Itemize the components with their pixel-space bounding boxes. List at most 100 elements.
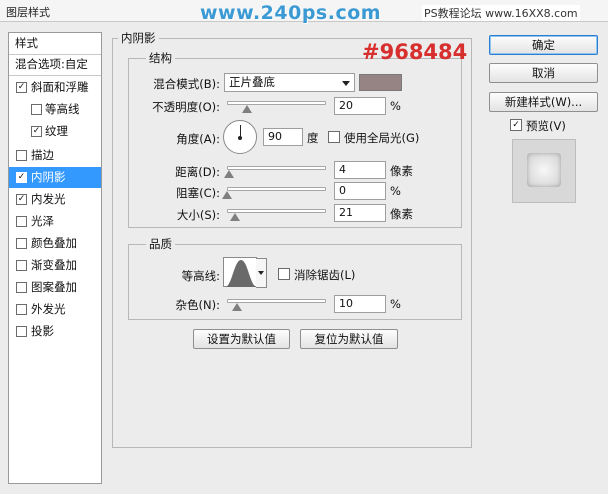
style-list-label: 光泽	[31, 214, 54, 228]
shadow-color-swatch[interactable]	[359, 74, 402, 91]
choke-input[interactable]: 0	[334, 182, 386, 200]
style-list-divider	[9, 75, 101, 76]
blend-mode-label: 混合模式(B):	[153, 77, 220, 91]
reset-default-button[interactable]: 复位为默认值	[300, 329, 398, 349]
style-list-item[interactable]: 投影	[9, 321, 101, 342]
chevron-down-icon	[258, 271, 264, 275]
style-list: 样式 混合选项:自定 ✓ 斜面和浮雕 等高线 ✓ 纹理 描边 ✓ 内阴影 ✓ 内发光 光泽 颜色叠加 渐变叠…	[8, 32, 102, 484]
style-list-label: 投影	[31, 324, 54, 338]
global-light-checkbox[interactable]	[328, 131, 340, 143]
distance-slider-thumb[interactable]	[223, 170, 234, 178]
angle-label: 角度(A):	[176, 132, 220, 146]
choke-slider[interactable]	[227, 187, 326, 191]
style-list-label: 渐变叠加	[31, 258, 77, 272]
style-checkbox[interactable]: ✓	[31, 126, 42, 137]
opacity-unit: %	[390, 99, 401, 113]
style-checkbox[interactable]	[31, 104, 42, 115]
style-list-item[interactable]: 图案叠加	[9, 277, 101, 298]
contour-dropdown[interactable]	[256, 258, 267, 288]
ok-button[interactable]: 确定	[489, 35, 598, 55]
style-list-item[interactable]: 混合选项:自定	[9, 54, 101, 75]
style-list-label: 外发光	[31, 302, 66, 316]
choke-unit: %	[390, 184, 401, 198]
quality-title: 品质	[146, 236, 175, 252]
chevron-down-icon	[342, 81, 350, 86]
style-list-item[interactable]: 描边	[9, 145, 101, 166]
angle-center	[238, 136, 242, 140]
style-checkbox[interactable]	[16, 238, 27, 249]
structure-title: 结构	[146, 50, 175, 66]
make-default-button[interactable]: 设置为默认值	[193, 329, 290, 349]
style-list-label: 样式	[15, 36, 38, 50]
noise-unit: %	[390, 297, 401, 311]
blend-mode-value: 正片叠底	[229, 75, 275, 89]
style-list-label: 内阴影	[31, 170, 66, 184]
distance-unit: 像素	[390, 164, 413, 178]
inner-shadow-title: 内阴影	[118, 30, 159, 46]
contour-curve-icon	[225, 260, 257, 287]
style-checkbox[interactable]	[16, 304, 27, 315]
style-list-item[interactable]: 等高线	[9, 99, 101, 120]
style-list-label: 图案叠加	[31, 280, 77, 294]
style-preview-thumbnail	[512, 139, 576, 203]
style-list-item[interactable]: ✓ 内阴影	[9, 167, 101, 188]
opacity-slider-thumb[interactable]	[241, 105, 252, 113]
color-hex-annotation: #968484	[362, 40, 468, 64]
style-checkbox[interactable]	[16, 216, 27, 227]
opacity-input[interactable]: 20	[334, 97, 386, 115]
preview-swatch	[527, 153, 561, 187]
blend-mode-select[interactable]: 正片叠底	[224, 73, 355, 92]
noise-label: 杂色(N):	[175, 298, 220, 312]
contour-label: 等高线:	[181, 269, 220, 283]
watermark-site: PS教程论坛 www.16XX8.com	[422, 5, 580, 21]
angle-unit: 度	[307, 131, 319, 145]
distance-label: 距离(D):	[175, 165, 220, 179]
style-checkbox[interactable]	[16, 150, 27, 161]
preview-checkbox[interactable]: ✓	[510, 119, 522, 131]
watermark-url: www.240ps.com	[200, 2, 382, 24]
style-checkbox[interactable]: ✓	[16, 172, 27, 183]
style-list-item[interactable]: 外发光	[9, 299, 101, 320]
window-title: 图层样式	[6, 6, 50, 19]
distance-slider[interactable]	[227, 166, 326, 170]
style-list-label: 颜色叠加	[31, 236, 77, 250]
style-checkbox[interactable]	[16, 326, 27, 337]
contour-picker[interactable]	[223, 257, 267, 288]
style-list-label: 等高线	[45, 102, 80, 116]
style-list-label: 混合选项:自定	[15, 57, 88, 71]
size-unit: 像素	[390, 207, 413, 221]
style-list-item[interactable]: ✓ 斜面和浮雕	[9, 77, 101, 98]
style-checkbox[interactable]: ✓	[16, 194, 27, 205]
style-checkbox[interactable]	[16, 282, 27, 293]
size-input[interactable]: 21	[334, 204, 386, 222]
antialias-label: 消除锯齿(L)	[294, 268, 356, 282]
size-slider[interactable]	[227, 209, 326, 213]
style-list-label: 斜面和浮雕	[31, 80, 89, 94]
cancel-button[interactable]: 取消	[489, 63, 598, 83]
angle-dial[interactable]	[223, 120, 257, 154]
distance-input[interactable]: 4	[334, 161, 386, 179]
style-list-label: 内发光	[31, 192, 66, 206]
global-light-label: 使用全局光(G)	[344, 131, 420, 145]
angle-input[interactable]: 90	[263, 128, 303, 146]
style-list-item[interactable]: 颜色叠加	[9, 233, 101, 254]
noise-input[interactable]: 10	[334, 295, 386, 313]
style-list-item[interactable]: 样式	[9, 33, 101, 54]
antialias-checkbox[interactable]	[278, 268, 290, 280]
style-checkbox[interactable]	[16, 260, 27, 271]
style-list-item[interactable]: 光泽	[9, 211, 101, 232]
new-style-button[interactable]: 新建样式(W)...	[489, 92, 598, 112]
style-list-item[interactable]: ✓ 纹理	[9, 121, 101, 142]
style-checkbox[interactable]: ✓	[16, 82, 27, 93]
style-list-item[interactable]: 渐变叠加	[9, 255, 101, 276]
noise-slider-thumb[interactable]	[231, 303, 242, 311]
size-slider-thumb[interactable]	[229, 213, 240, 221]
style-list-label: 描边	[31, 148, 54, 162]
choke-slider-thumb[interactable]	[222, 191, 232, 199]
size-label: 大小(S):	[176, 208, 220, 222]
style-list-label: 纹理	[45, 124, 68, 138]
preview-label: 预览(V)	[526, 119, 566, 133]
style-list-item[interactable]: ✓ 内发光	[9, 189, 101, 210]
choke-label: 阻塞(C):	[176, 186, 220, 200]
opacity-label: 不透明度(O):	[152, 100, 220, 114]
